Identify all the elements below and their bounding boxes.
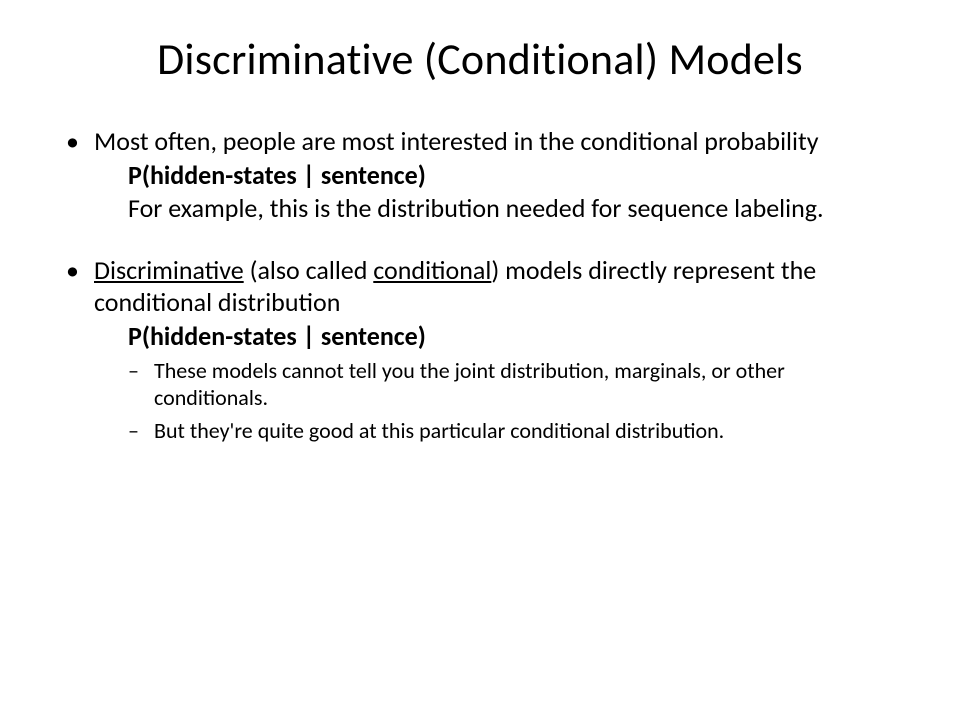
bullet-followup: For example, this is the distribution ne… [94, 193, 900, 225]
slide-body: Most often, people are most interested i… [60, 126, 900, 445]
sub-bullet-item: These models cannot tell you the joint d… [128, 358, 900, 412]
bullet-text: Most often, people are most interested i… [94, 126, 900, 158]
formula-text: P(hidden-states | sentence) [94, 321, 900, 353]
bullet-item: Discriminative (also called conditional)… [60, 255, 900, 445]
bullet-list: Most often, people are most interested i… [60, 126, 900, 445]
sub-bullet-list: These models cannot tell you the joint d… [94, 358, 900, 444]
bullet-item: Most often, people are most interested i… [60, 126, 900, 225]
bullet-text-part: (also called [244, 254, 374, 286]
sub-bullet-item: But they're quite good at this particula… [128, 418, 900, 445]
slide: Discriminative (Conditional) Models Most… [0, 0, 960, 720]
underline-term: conditional [373, 254, 491, 286]
bullet-text: Discriminative (also called conditional)… [94, 255, 900, 318]
slide-title: Discriminative (Conditional) Models [60, 32, 900, 86]
formula-text: P(hidden-states | sentence) [94, 160, 900, 192]
underline-term: Discriminative [94, 254, 244, 286]
